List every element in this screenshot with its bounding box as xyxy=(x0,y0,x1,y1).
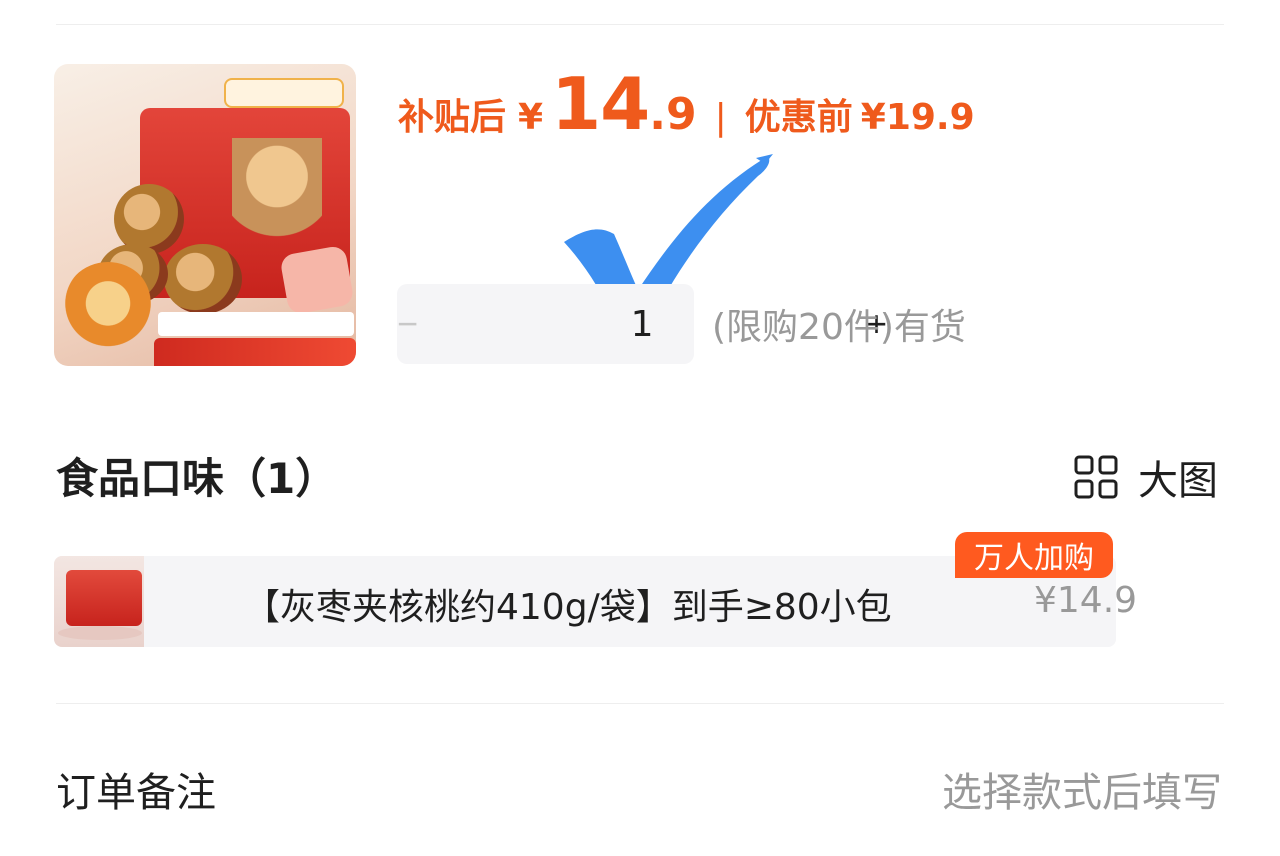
promo-618-graphic xyxy=(279,244,355,316)
price-integer: 14 xyxy=(551,62,650,146)
option-thumbnail xyxy=(54,556,144,647)
price-row: 补贴后 ¥ 14 .9 | 优惠前 ¥19.9 xyxy=(398,62,975,152)
order-note-label: 订单备注 xyxy=(56,770,216,816)
sku-selection-panel: 补贴后 ¥ 14 .9 | 优惠前 ¥19.9 − + (限购20件)有货 食品… xyxy=(0,0,1280,856)
large-image-view-toggle[interactable]: 大图 xyxy=(1074,448,1218,506)
quantity-stepper[interactable]: − + xyxy=(397,284,887,364)
banner-strip-graphic xyxy=(158,312,354,336)
thumbnail-shadow-graphic xyxy=(58,626,142,640)
thumbnail-bag-graphic xyxy=(66,570,142,626)
decrease-quantity-button[interactable]: − xyxy=(397,284,418,364)
section-divider xyxy=(56,703,1224,704)
original-price: ¥19.9 xyxy=(860,97,975,138)
stock-status: (限购20件)有货 xyxy=(712,307,966,348)
mascot-graphic xyxy=(62,262,154,354)
flavor-section-title: 食品口味（1） xyxy=(56,454,338,503)
view-toggle-label: 大图 xyxy=(1138,458,1218,504)
walnut-graphic xyxy=(164,244,242,314)
walnut-graphic xyxy=(114,184,184,254)
option-price: ¥14.9 xyxy=(1034,580,1138,621)
price-decimal: .9 xyxy=(649,89,697,140)
subsidy-price-label: 补贴后 xyxy=(398,97,507,138)
original-price-label: 优惠前 xyxy=(744,97,853,138)
price-separator: | xyxy=(714,97,727,138)
banner-graphic xyxy=(154,338,356,366)
top-divider xyxy=(56,24,1224,25)
popular-badge: 万人加购 xyxy=(955,532,1113,578)
brand-logo-graphic xyxy=(224,78,344,108)
grid-icon xyxy=(1074,455,1118,499)
squirrel-graphic xyxy=(232,138,322,248)
currency-symbol: ¥ xyxy=(518,97,544,138)
product-image[interactable] xyxy=(54,64,356,366)
order-note-field[interactable]: 选择款式后填写 xyxy=(942,760,1222,818)
option-label: 【灰枣夹核桃约410g/袋】到手≥80小包 xyxy=(244,587,892,628)
